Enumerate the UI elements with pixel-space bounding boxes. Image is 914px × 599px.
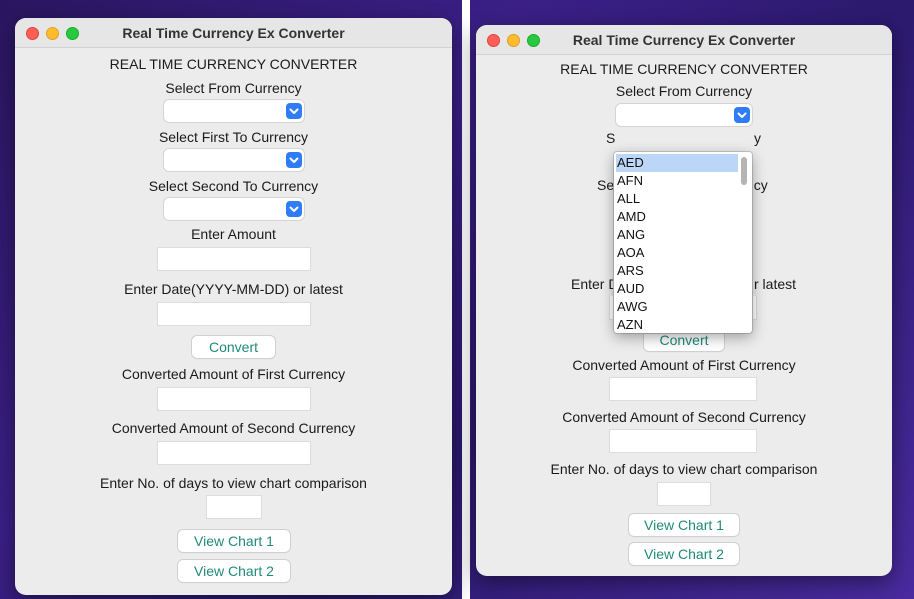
date-label-partial: Enter D	[571, 276, 619, 292]
window-title: Real Time Currency Ex Converter	[572, 32, 796, 48]
from-currency-label: Select From Currency	[165, 80, 302, 96]
chevron-down-icon	[734, 107, 750, 123]
second-to-currency-select[interactable]	[164, 198, 304, 220]
second-to-currency-label: Select Second To Currency	[148, 178, 319, 194]
converted-second-label: Converted Amount of Second Currency	[111, 420, 356, 436]
app-heading: REAL TIME CURRENCY CONVERTER	[109, 56, 358, 72]
dropdown-scrollbar[interactable]	[741, 157, 747, 185]
convert-button[interactable]: Convert	[192, 336, 275, 358]
second-to-currency-label-partial: Se	[597, 177, 615, 193]
converter-window-right: Real Time Currency Ex Converter REAL TIM…	[476, 25, 892, 576]
chevron-down-icon	[286, 103, 302, 119]
days-label: Enter No. of days to view chart comparis…	[550, 461, 818, 477]
converted-first-output[interactable]	[157, 387, 311, 411]
first-to-currency-label-tail: y	[754, 130, 761, 146]
currency-option[interactable]: AZN	[616, 316, 738, 333]
currency-option[interactable]: AOA	[616, 244, 738, 262]
currency-option[interactable]: ARS	[616, 262, 738, 280]
title-bar: Real Time Currency Ex Converter	[15, 18, 452, 48]
view-chart-2-button[interactable]: View Chart 2	[629, 543, 739, 565]
converted-second-output[interactable]	[609, 429, 757, 453]
date-label: Enter Date(YYYY-MM-DD) or latest	[124, 281, 343, 297]
currency-option-highlighted[interactable]: AED	[616, 154, 738, 172]
converted-second-output[interactable]	[157, 441, 311, 465]
converted-first-label: Converted Amount of First Currency	[572, 357, 796, 373]
view-chart-2-button[interactable]: View Chart 2	[178, 560, 290, 582]
currency-option[interactable]: AFN	[616, 172, 738, 190]
date-input[interactable]	[157, 302, 311, 326]
title-bar: Real Time Currency Ex Converter	[476, 25, 892, 55]
currency-option[interactable]: AMD	[616, 208, 738, 226]
days-label: Enter No. of days to view chart comparis…	[100, 475, 367, 491]
view-chart-1-button[interactable]: View Chart 1	[178, 530, 290, 552]
from-currency-select[interactable]	[164, 100, 304, 122]
converted-first-label: Converted Amount of First Currency	[121, 366, 346, 382]
currency-option[interactable]: ANG	[616, 226, 738, 244]
first-to-currency-label-partial: S	[606, 130, 616, 146]
from-currency-label: Select From Currency	[615, 83, 753, 99]
currency-option[interactable]: AWG	[616, 298, 738, 316]
currency-option[interactable]: AUD	[616, 280, 738, 298]
window-title: Real Time Currency Ex Converter	[122, 25, 345, 41]
converted-first-output[interactable]	[609, 377, 757, 401]
converted-second-label: Converted Amount of Second Currency	[562, 409, 806, 425]
date-label-tail: r latest	[754, 276, 797, 292]
chevron-down-icon	[286, 152, 302, 168]
from-currency-select[interactable]	[616, 104, 752, 126]
converter-window-left: Real Time Currency Ex Converter REAL TIM…	[15, 18, 452, 595]
days-input[interactable]	[206, 495, 262, 519]
days-input[interactable]	[657, 482, 711, 506]
amount-label: Enter Amount	[191, 226, 276, 242]
view-chart-1-button[interactable]: View Chart 1	[629, 514, 739, 536]
first-to-currency-select[interactable]	[164, 149, 304, 171]
currency-dropdown-list[interactable]: AED AFN ALL AMD ANG AOA ARS AUD AWG AZN	[614, 152, 752, 333]
background-divider	[462, 0, 470, 599]
chevron-down-icon	[286, 201, 302, 217]
app-heading: REAL TIME CURRENCY CONVERTER	[560, 61, 808, 77]
amount-input[interactable]	[157, 247, 311, 271]
first-to-currency-label: Select First To Currency	[158, 129, 309, 145]
currency-option[interactable]: ALL	[616, 190, 738, 208]
